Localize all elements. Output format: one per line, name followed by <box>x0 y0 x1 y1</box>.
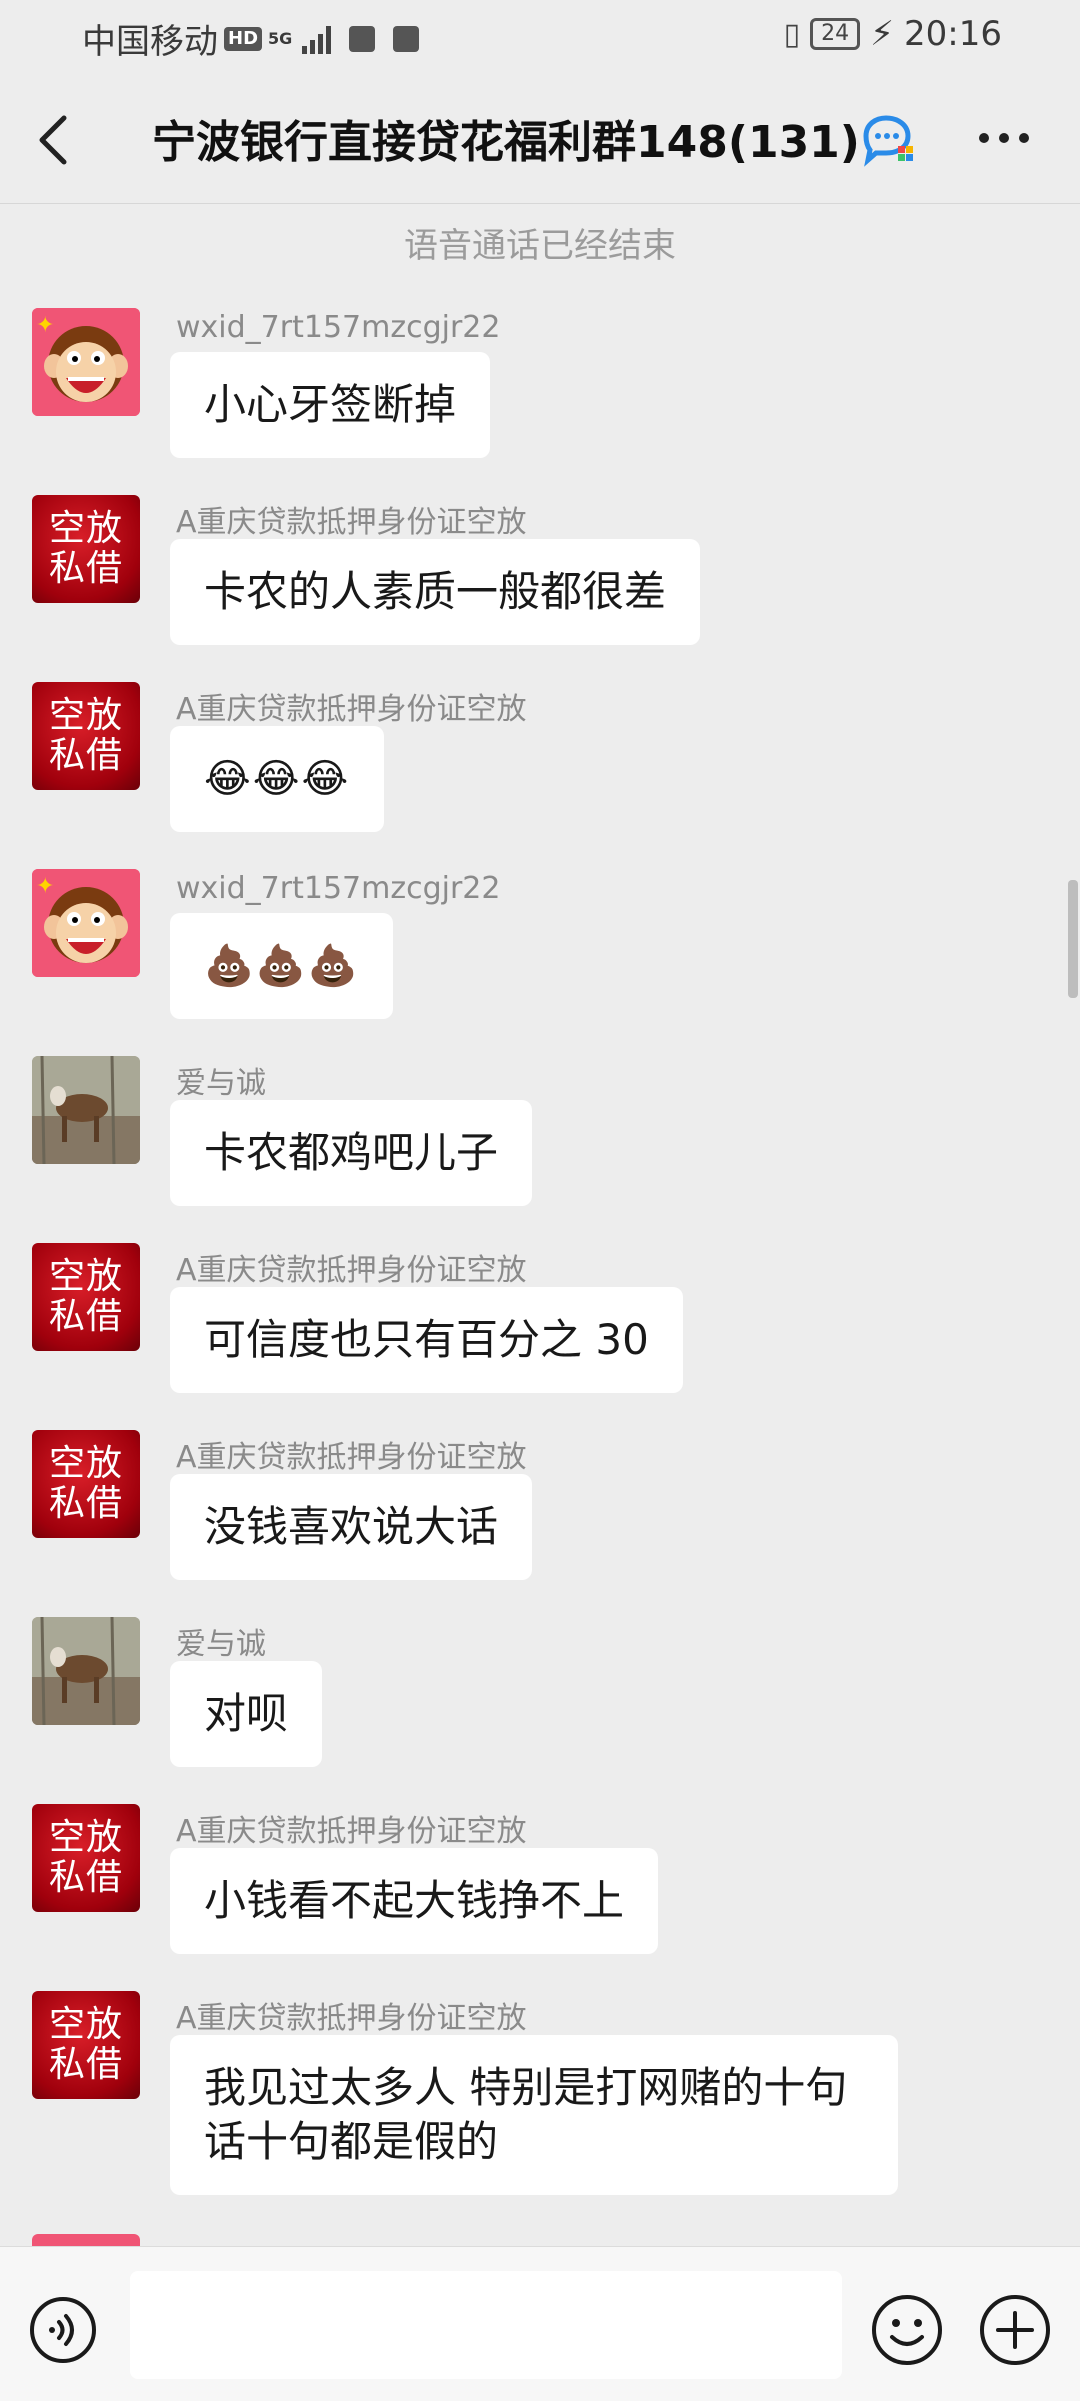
signal-icon <box>302 24 332 54</box>
avatar[interactable]: 空放 私借 <box>32 1430 140 1538</box>
message-bubble[interactable]: 可信度也只有百分之 30 <box>170 1287 683 1393</box>
sender-name: A重庆贷款抵押身份证空放 <box>176 505 527 540</box>
message-bubble[interactable]: 小心牙签断掉 <box>170 352 491 458</box>
message-bubble[interactable]: 对呗 <box>170 1661 323 1767</box>
svg-text:✦: ✦ <box>36 874 54 899</box>
sender-name: A重庆贷款抵押身份证空放 <box>176 1814 527 1849</box>
avatar-text-line: 空放 <box>48 1443 123 1484</box>
plus-icon[interactable] <box>978 2293 1052 2367</box>
horse-photo-icon <box>32 1617 140 1725</box>
voice-icon[interactable] <box>28 2295 98 2365</box>
clock: 20:16 <box>904 14 1002 54</box>
charging-icon: ⚡ <box>870 14 895 54</box>
network-type: 5G <box>268 29 293 48</box>
battery-level: 24 <box>810 18 861 50</box>
avatar-text-line: 空放 <box>48 1817 123 1858</box>
sender-name: A重庆贷款抵押身份证空放 <box>176 1440 527 1475</box>
avatar-text-line: 空放 <box>48 2004 123 2045</box>
sender-name: wxid_7rt157mzcgjr22 <box>176 871 501 906</box>
emoji-icon[interactable] <box>870 2293 944 2367</box>
sender-name: 爱与诚 <box>176 1627 266 1662</box>
horse-photo-icon <box>32 1056 140 1164</box>
hms-icon <box>393 25 420 52</box>
hd-badge: HD <box>224 26 263 51</box>
chevron-left-icon[interactable] <box>30 110 78 170</box>
message-bubble[interactable]: 小钱看不起大钱挣不上 <box>170 1848 659 1954</box>
system-message: 语音通话已经结束 <box>404 226 676 266</box>
svg-text:✦: ✦ <box>36 313 54 338</box>
avatar-text-line: 私借 <box>48 1857 123 1898</box>
avatar-text-line: 空放 <box>48 695 123 736</box>
avatar[interactable]: ✦ <box>32 869 140 977</box>
header-divider <box>0 203 1080 204</box>
avatar-text-line: 空放 <box>48 1256 123 1297</box>
avatar[interactable]: ✦ <box>32 308 140 416</box>
monkey-avatar-icon: ✦ <box>32 308 140 416</box>
more-horizontal-icon[interactable] <box>976 126 1032 150</box>
avatar[interactable] <box>32 1056 140 1164</box>
message-bubble[interactable]: 我见过太多人 特别是打网赌的十句话十句都是假的 <box>170 2035 898 2195</box>
vibrate-icon: ▯ <box>783 16 801 52</box>
avatar[interactable]: 空放 私借 <box>32 682 140 790</box>
avatar-text-line: 私借 <box>48 548 123 589</box>
message-bubble[interactable]: 没钱喜欢说大话 <box>170 1474 533 1580</box>
sender-name: wxid_7rt157mzcgjr22 <box>176 310 501 345</box>
chat-title: 宁波银行直接贷花福利群148(131) <box>152 117 860 168</box>
avatar-text-line: 私借 <box>48 1296 123 1337</box>
status-right: ▯ 24 ⚡ 20:16 <box>784 14 1002 54</box>
avatar[interactable]: 空放 私借 <box>32 1991 140 2099</box>
message-bubble[interactable]: 卡农的人素质一般都很差 <box>170 539 701 645</box>
monkey-avatar-icon: ✦ <box>32 869 140 977</box>
avatar-text-line: 私借 <box>48 735 123 776</box>
sender-name: 爱与诚 <box>176 1066 266 1101</box>
avatar[interactable] <box>32 1617 140 1725</box>
sim-icon <box>349 25 376 52</box>
avatar-text-line: 私借 <box>48 2044 123 2085</box>
avatar-partial <box>32 2234 140 2246</box>
scrollbar[interactable] <box>1068 880 1078 998</box>
avatar-text-line: 空放 <box>48 508 123 549</box>
message-bubble[interactable]: 卡农都鸡吧儿子 <box>170 1100 533 1206</box>
group-chat-icon[interactable] <box>858 112 918 168</box>
sender-name: A重庆贷款抵押身份证空放 <box>176 2001 527 2036</box>
chat-header: 宁波银行直接贷花福利群148(131) <box>0 72 1080 204</box>
message-bubble[interactable]: 💩💩💩 <box>170 913 394 1019</box>
input-bar <box>0 2246 1080 2401</box>
avatar-text-line: 私借 <box>48 1483 123 1524</box>
message-input[interactable] <box>130 2271 842 2379</box>
carrier-name: 中国移动 <box>82 22 218 62</box>
message-bubble[interactable]: 😂😂😂 <box>170 726 385 832</box>
avatar[interactable]: 空放 私借 <box>32 1804 140 1912</box>
status-bar: 中国移动 HD 5G ▯ 24 ⚡ 20:16 <box>0 0 1080 72</box>
avatar[interactable]: 空放 私借 <box>32 1243 140 1351</box>
sender-name: A重庆贷款抵押身份证空放 <box>176 692 527 727</box>
avatar[interactable]: 空放 私借 <box>32 495 140 603</box>
status-left: 中国移动 HD 5G <box>82 14 420 63</box>
sender-name: A重庆贷款抵押身份证空放 <box>176 1253 527 1288</box>
